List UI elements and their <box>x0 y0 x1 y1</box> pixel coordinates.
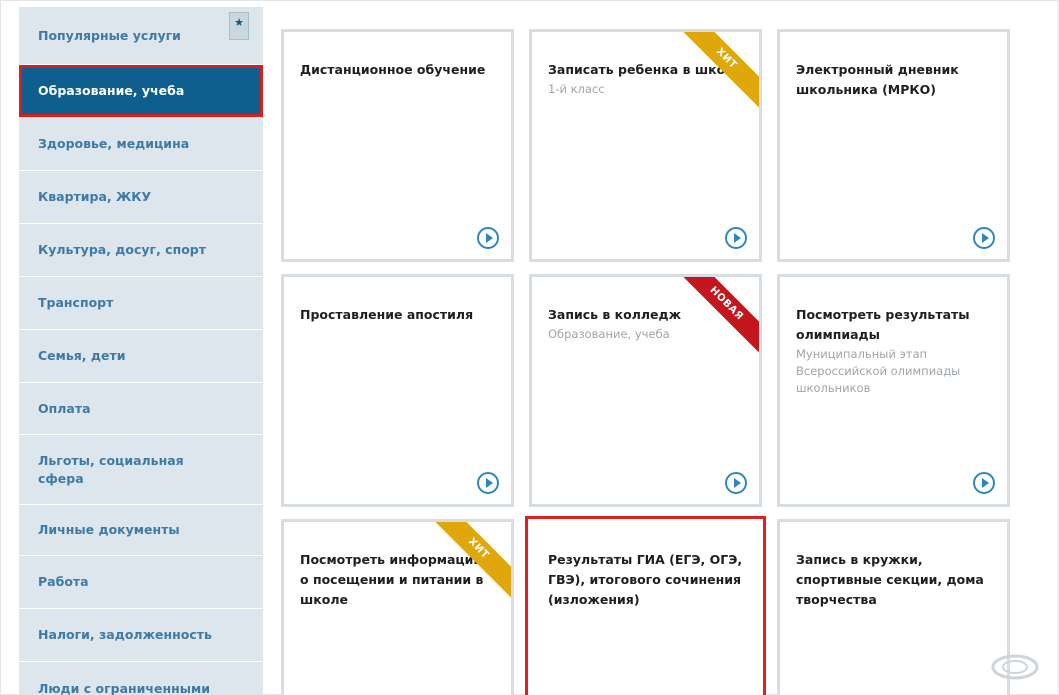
card-title-text: Посмотреть результаты олимпиады <box>796 307 970 342</box>
sidebar-item-housing[interactable]: Квартира, ЖКУ <box>19 171 263 224</box>
service-card-exam-results[interactable]: Результаты ГИА (ЕГЭ, ОГЭ, ГВЭ), итоговог… <box>525 516 766 695</box>
sidebar-item-culture[interactable]: Культура, досуг, спорт <box>19 224 263 277</box>
service-card-distance-learning[interactable]: Дистанционное обучение <box>281 29 514 262</box>
service-card-college-enrollment[interactable]: Запись в колледж Образование, учеба НОВА… <box>529 274 762 507</box>
card-title: Записать ребенка в школу 1-й класс <box>548 60 745 98</box>
play-icon[interactable] <box>973 227 995 249</box>
star-icon[interactable]: ★ <box>229 12 249 40</box>
sidebar-item-work[interactable]: Работа <box>19 556 263 609</box>
sidebar-item-label: Люди с ограниченными <box>38 680 211 695</box>
sidebar-item-label: Семья, дети <box>38 348 126 363</box>
service-card-school-enrollment[interactable]: Записать ребенка в школу 1-й класс ХИТ <box>529 29 762 262</box>
sidebar-item-education[interactable]: Образование, учеба <box>19 65 263 117</box>
play-icon[interactable] <box>973 472 995 494</box>
sidebar-item-popular[interactable]: Популярные услуги ★ <box>19 7 263 65</box>
sidebar-item-label: Работа <box>38 574 89 589</box>
service-card-apostille[interactable]: Проставление апостиля <box>281 274 514 507</box>
sidebar-item-label: Льготы, социальная сфера <box>38 452 184 486</box>
card-subtitle: 1-й класс <box>548 82 605 96</box>
sidebar-item-label: Оплата <box>38 400 91 416</box>
play-icon[interactable] <box>477 472 499 494</box>
page: Популярные услуги ★ Образование, учеба З… <box>0 0 1059 695</box>
sidebar-item-disabilities[interactable]: Люди с ограниченными <box>19 662 263 695</box>
card-subtitle: Муниципальный этап Всероссийской олимпиа… <box>796 347 961 395</box>
sidebar-item-documents[interactable]: Личные документы <box>19 505 263 556</box>
sidebar-item-health[interactable]: Здоровье, медицина <box>19 117 263 171</box>
play-icon[interactable] <box>725 472 747 494</box>
category-sidebar: Популярные услуги ★ Образование, учеба З… <box>19 7 263 695</box>
sidebar-item-label: Квартира, ЖКУ <box>38 189 152 204</box>
sidebar-item-transport[interactable]: Транспорт <box>19 277 263 330</box>
sidebar-item-label: Образование, учеба <box>38 82 185 98</box>
card-title-text: Записать ребенка в школу <box>548 62 743 77</box>
sidebar-item-taxes[interactable]: Налоги, задолженность <box>19 609 263 662</box>
sidebar-item-benefits[interactable]: Льготы, социальная сфера <box>19 435 263 505</box>
sidebar-item-label: Здоровье, медицина <box>38 135 190 151</box>
sidebar-item-label: Популярные услуги <box>38 27 181 43</box>
sidebar-item-label: Личные документы <box>38 522 180 537</box>
sidebar-item-label: Транспорт <box>38 295 114 310</box>
service-card-school-meals[interactable]: Посмотреть информацию о посещении и пита… <box>281 519 514 695</box>
watermark-logo <box>950 652 1050 692</box>
sidebar-item-label: Культура, досуг, спорт <box>38 242 206 257</box>
card-title-text: Запись в колледж <box>548 307 682 322</box>
watermark-icon <box>991 654 1039 680</box>
card-title: Запись в кружки, спортивные секции, дома… <box>796 552 984 607</box>
service-card-electronic-diary[interactable]: Электронный дневник школьника (МРКО) <box>777 29 1010 262</box>
sidebar-item-payment[interactable]: Оплата <box>19 383 263 435</box>
sidebar-item-family[interactable]: Семья, дети <box>19 330 263 383</box>
card-title: Посмотреть результаты олимпиады Муниципа… <box>796 305 993 397</box>
card-subtitle: Образование, учеба <box>548 327 670 341</box>
play-icon[interactable] <box>477 227 499 249</box>
card-title: Проставление апостиля <box>300 307 474 322</box>
sidebar-item-label: Налоги, задолженность <box>38 627 212 642</box>
card-title: Дистанционное обучение <box>300 62 486 77</box>
service-card-olympiad-results[interactable]: Посмотреть результаты олимпиады Муниципа… <box>777 274 1010 507</box>
card-title: Посмотреть информацию о посещении и пита… <box>300 552 486 607</box>
play-icon[interactable] <box>725 227 747 249</box>
card-title: Запись в колледж Образование, учеба <box>548 305 745 343</box>
card-title: Результаты ГИА (ЕГЭ, ОГЭ, ГВЭ), итоговог… <box>548 552 743 607</box>
card-title: Электронный дневник школьника (МРКО) <box>796 62 959 97</box>
